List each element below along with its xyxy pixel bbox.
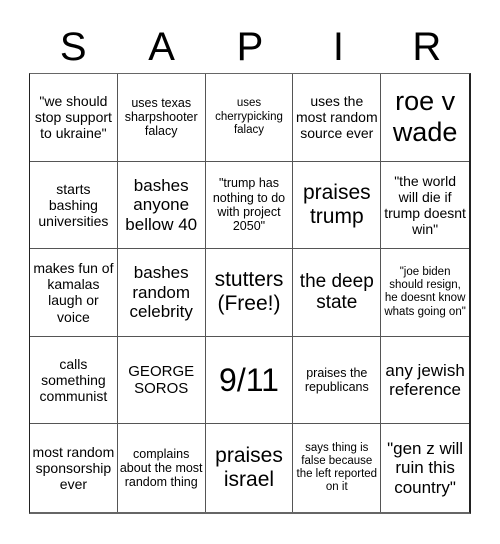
bingo-cell[interactable]: uses texas sharpshooter falacy	[117, 74, 206, 162]
bingo-cell[interactable]: the deep state	[293, 249, 382, 337]
bingo-cell[interactable]: complains about the most random thing	[118, 424, 206, 512]
bingo-header: S A P I R	[29, 22, 471, 72]
bingo-cell[interactable]: makes fun of kamalas laugh or voice	[30, 249, 118, 337]
bingo-cell[interactable]: starts bashing universities	[30, 161, 118, 250]
bingo-cell[interactable]: praises the republicans	[293, 336, 382, 425]
bingo-cell[interactable]: "gen z will ruin this country"	[381, 424, 469, 512]
bingo-cell[interactable]: says thing is false because the left rep…	[293, 424, 382, 512]
bingo-cell[interactable]: "joe biden should resign, he doesnt know…	[381, 249, 469, 337]
bingo-cell[interactable]: bashes random celebrity	[117, 249, 206, 337]
header-letter: A	[148, 25, 175, 69]
bingo-cell[interactable]: "the world will die if trump doesnt win"	[381, 162, 469, 250]
header-letter: P	[236, 25, 264, 69]
bingo-cell[interactable]: praises trump	[293, 161, 382, 250]
bingo-cell[interactable]: calls something communist	[30, 336, 118, 425]
header-letter: S	[59, 25, 87, 69]
bingo-cell[interactable]: "we should stop support to ukraine"	[30, 74, 118, 162]
bingo-cell[interactable]: "trump has nothing to do with project 20…	[205, 161, 294, 250]
free-space-cell[interactable]: stutters (Free!)	[205, 249, 294, 337]
header-letter: I	[332, 25, 344, 69]
bingo-cell[interactable]: uses cherrypicking falacy	[205, 74, 294, 162]
bingo-cell[interactable]: most random sponsorship ever	[30, 424, 118, 512]
bingo-cell[interactable]: 9/11	[205, 336, 294, 425]
bingo-cell[interactable]: any jewish reference	[381, 337, 469, 425]
header-letter: R	[412, 25, 442, 69]
bingo-cell[interactable]: GEORGE SOROS	[117, 336, 206, 425]
bingo-cell[interactable]: bashes anyone bellow 40	[117, 161, 206, 250]
bingo-cell[interactable]: roe v wade	[381, 74, 469, 162]
bingo-grid: "we should stop support to ukraine" uses…	[29, 73, 471, 514]
bingo-cell[interactable]: uses the most random source ever	[293, 74, 382, 162]
bingo-cell[interactable]: praises israel	[206, 424, 294, 512]
